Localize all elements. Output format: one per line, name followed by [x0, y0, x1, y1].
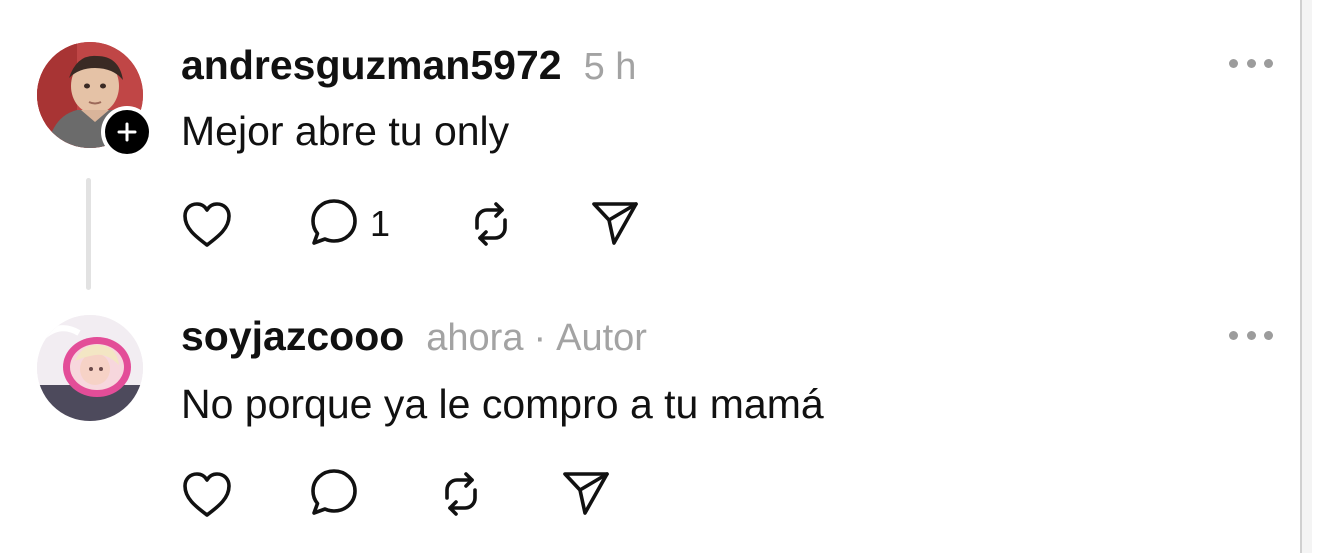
follow-button[interactable]	[101, 106, 153, 158]
send-icon	[563, 472, 609, 515]
repost-icon	[445, 472, 477, 516]
repost-icon	[475, 202, 507, 246]
avatar[interactable]	[37, 315, 143, 421]
scrollbar[interactable]	[1300, 0, 1312, 553]
repost-button[interactable]	[463, 196, 519, 252]
meta-separator: ·	[533, 317, 547, 359]
comment-icon	[311, 469, 357, 515]
comment-icon	[311, 199, 357, 245]
author-badge: Autor	[556, 317, 647, 359]
send-icon	[592, 202, 638, 245]
heart-icon	[183, 472, 231, 517]
username[interactable]: soyjazcooo	[181, 313, 404, 360]
share-button[interactable]	[558, 465, 614, 521]
plus-icon	[117, 122, 137, 142]
comment-header: andresguzman5972 5 h	[181, 42, 636, 89]
reply-count: 1	[370, 203, 391, 244]
timestamp: 5 h	[583, 46, 637, 88]
heart-icon	[183, 202, 231, 247]
comment-text: No porque ya le compro a tu mamá	[181, 381, 824, 427]
comment-text: Mejor abre tu only	[181, 108, 510, 154]
like-button[interactable]	[179, 197, 235, 253]
reply-button[interactable]	[306, 195, 362, 251]
more-icon[interactable]	[1229, 55, 1273, 71]
reply-button[interactable]	[306, 465, 362, 521]
like-button[interactable]	[179, 467, 235, 523]
share-button[interactable]	[587, 195, 643, 251]
comment-header: soyjazcooo ahora · Autor	[181, 313, 647, 360]
username[interactable]: andresguzman5972	[181, 42, 562, 89]
timestamp: ahora	[426, 317, 524, 359]
more-icon[interactable]	[1229, 327, 1273, 343]
thread-line	[86, 178, 91, 290]
repost-button[interactable]	[433, 466, 489, 522]
